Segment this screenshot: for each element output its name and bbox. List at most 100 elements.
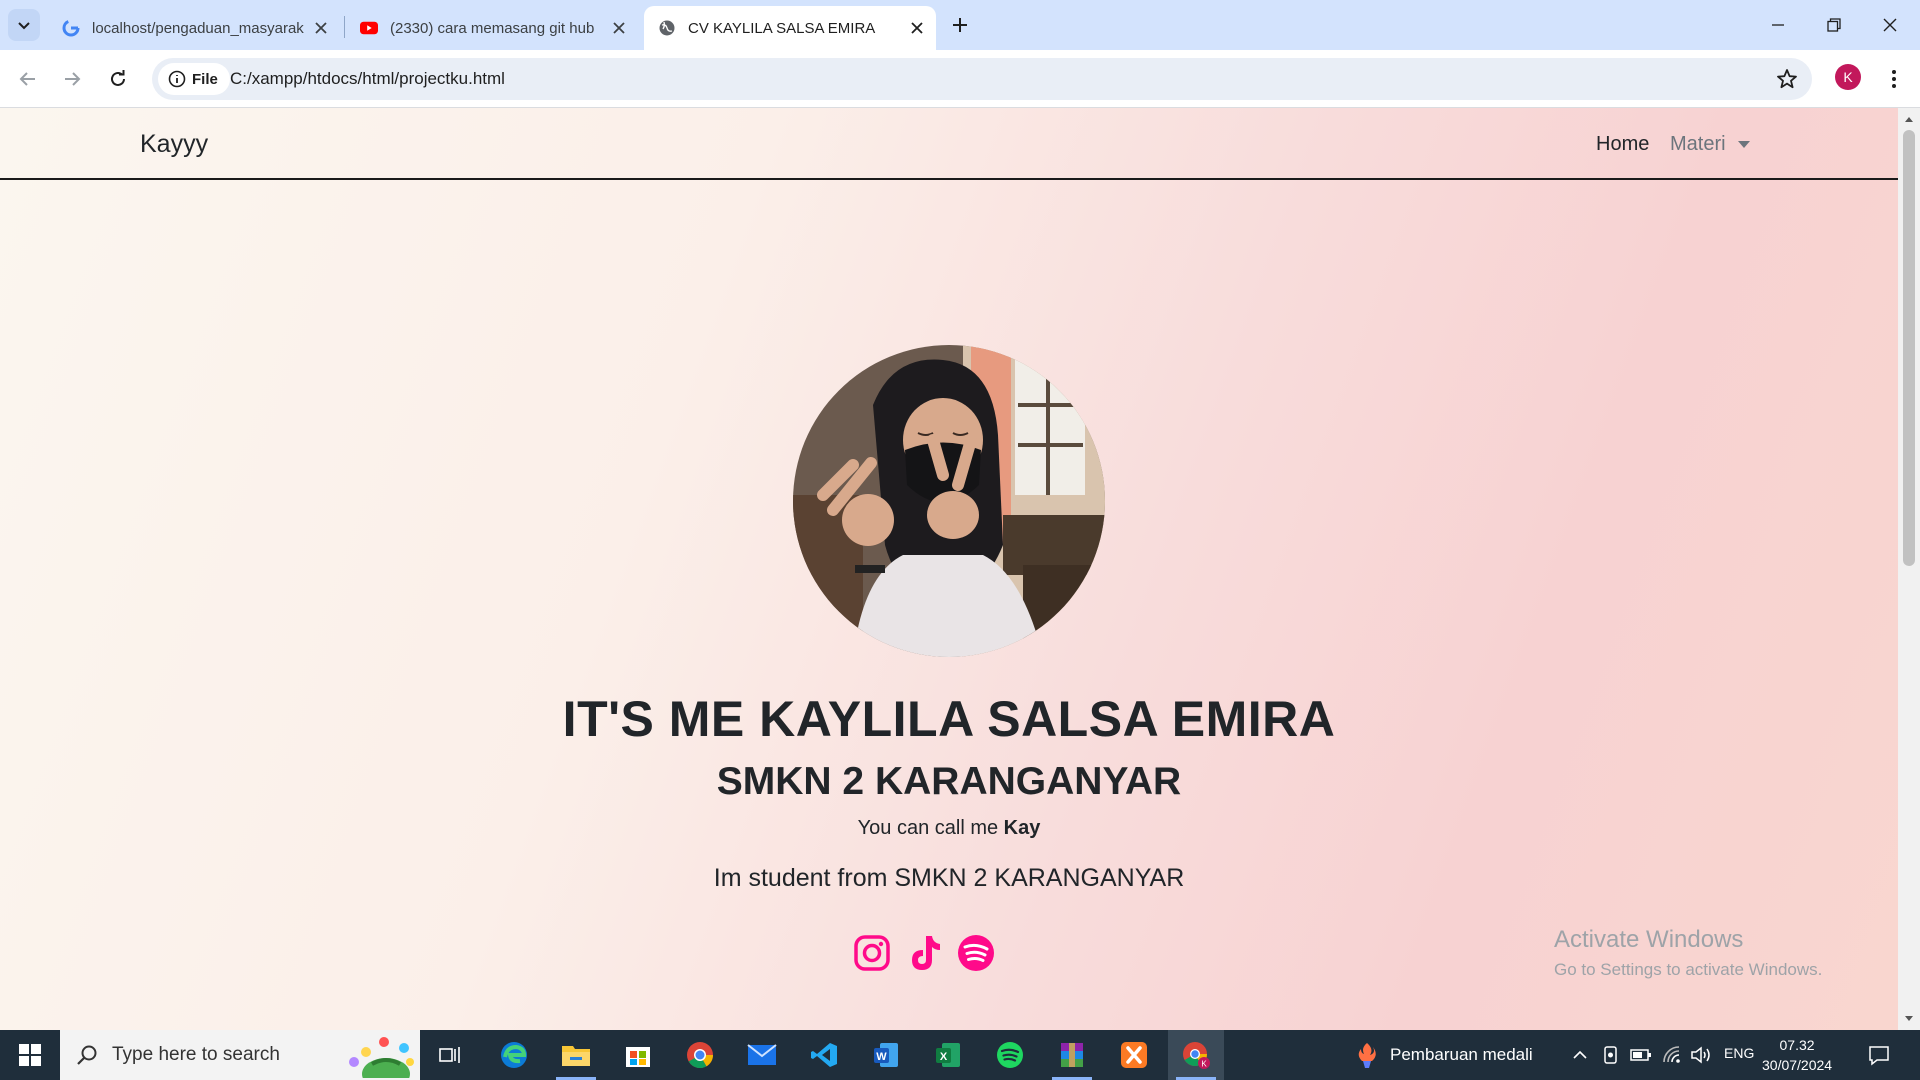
windows-activation-watermark: Activate Windows Go to Settings to activ… xyxy=(1554,926,1822,980)
taskbar-mail[interactable] xyxy=(734,1030,790,1080)
taskbar-winrar[interactable] xyxy=(1044,1030,1100,1080)
input-language[interactable]: ENG xyxy=(1724,1045,1754,1061)
instagram-icon[interactable] xyxy=(852,933,892,973)
minimize-button[interactable] xyxy=(1750,0,1806,50)
chrome-profile-icon: K xyxy=(1183,1042,1210,1069)
arrow-left-icon xyxy=(19,72,35,86)
taskbar-xampp[interactable] xyxy=(1106,1030,1162,1080)
file-explorer-icon xyxy=(562,1046,590,1066)
excel-icon: X xyxy=(936,1043,960,1067)
taskbar-file-explorer[interactable] xyxy=(548,1030,604,1080)
clock-time: 07.32 xyxy=(1779,1037,1815,1053)
site-info-label: File xyxy=(192,70,218,88)
hero-student: Im student from SMKN 2 KARANGANYAR xyxy=(713,864,1185,892)
restore-button[interactable] xyxy=(1806,0,1862,50)
tiktok-icon[interactable] xyxy=(904,933,944,973)
browser-toolbar: File C:/xampp/htdocs/html/projectku.html… xyxy=(0,50,1920,108)
close-icon[interactable] xyxy=(312,19,330,37)
volume-icon[interactable] xyxy=(1690,1045,1712,1065)
forward-button[interactable] xyxy=(56,63,88,95)
google-icon xyxy=(62,19,80,37)
notification-icon[interactable] xyxy=(1868,1044,1890,1066)
store-icon xyxy=(626,1047,650,1067)
windows-logo-icon xyxy=(19,1044,41,1066)
battery-icon[interactable] xyxy=(1630,1047,1652,1063)
site-info-chip[interactable]: File xyxy=(158,63,230,95)
page-scrollbar[interactable] xyxy=(1898,108,1920,1030)
close-icon[interactable] xyxy=(610,19,628,37)
tab-separator xyxy=(344,16,345,38)
profile-photo xyxy=(793,345,1105,657)
bookmark-star-icon[interactable] xyxy=(1776,68,1798,90)
hero-title: IT'S ME KAYLILA SALSA EMIRA xyxy=(562,691,1336,747)
taskbar-word[interactable]: W xyxy=(858,1030,914,1080)
mail-icon xyxy=(747,1044,777,1065)
svg-text:K: K xyxy=(1201,1060,1207,1069)
close-icon xyxy=(1883,18,1897,32)
meet-now-icon[interactable] xyxy=(1602,1045,1620,1065)
arrow-right-icon xyxy=(65,72,81,86)
plus-icon xyxy=(953,18,967,32)
torch-icon xyxy=(1358,1043,1376,1068)
scroll-down-arrow-icon[interactable] xyxy=(1904,1014,1914,1024)
page-viewport: Kayyy Home Materi IT'S ME KAYLILA SALSA … xyxy=(0,108,1898,1030)
watermark-subtitle: Go to Settings to activate Windows. xyxy=(1554,960,1823,979)
taskbar-search-placeholder: Type here to search xyxy=(112,1044,280,1065)
taskbar-spotify[interactable] xyxy=(982,1030,1038,1080)
taskbar-store[interactable] xyxy=(610,1030,666,1080)
chevron-up-icon[interactable] xyxy=(1572,1047,1588,1063)
caret-down-icon xyxy=(1737,141,1750,148)
close-window-button[interactable] xyxy=(1862,0,1918,50)
new-tab-button[interactable] xyxy=(946,11,974,39)
taskbar-excel[interactable]: X xyxy=(920,1030,976,1080)
start-button[interactable] xyxy=(0,1030,60,1080)
browser-tab-bar: localhost/pengaduan_masyarak (2330) cara… xyxy=(0,0,1920,50)
nav-materi-dropdown[interactable]: Materi xyxy=(1670,133,1750,156)
nav-home-link[interactable]: Home xyxy=(1596,133,1649,156)
search-icon xyxy=(77,1045,97,1065)
close-icon[interactable] xyxy=(908,19,926,37)
taskbar-vscode[interactable] xyxy=(796,1030,852,1080)
taskbar-chrome-profile[interactable]: K xyxy=(1168,1030,1224,1080)
xampp-icon xyxy=(1121,1042,1147,1068)
task-view-button[interactable] xyxy=(422,1030,478,1080)
chevron-down-icon xyxy=(18,22,30,30)
scroll-up-arrow-icon[interactable] xyxy=(1904,114,1914,124)
chrome-icon xyxy=(687,1042,714,1069)
taskbar-clock[interactable]: 07.32 30/07/2024 xyxy=(1762,1035,1832,1075)
tab-youtube[interactable]: (2330) cara memasang git hub xyxy=(346,6,638,50)
taskbar-chrome[interactable] xyxy=(672,1030,728,1080)
taskbar-search[interactable]: Type here to search xyxy=(60,1030,420,1080)
url-text[interactable]: C:/xampp/htdocs/html/projectku.html xyxy=(230,69,505,89)
task-view-icon xyxy=(439,1047,460,1063)
taskbar-edge[interactable] xyxy=(486,1030,542,1080)
youtube-icon xyxy=(360,19,378,37)
back-button[interactable] xyxy=(12,63,44,95)
tab-localhost[interactable]: localhost/pengaduan_masyarak xyxy=(48,6,340,50)
address-bar[interactable]: File C:/xampp/htdocs/html/projectku.html xyxy=(152,58,1812,100)
spotify-icon xyxy=(997,1042,1023,1068)
reload-icon xyxy=(111,70,125,86)
tab-cv[interactable]: CV KAYLILA SALSA EMIRA xyxy=(644,6,936,50)
tab-search-button[interactable] xyxy=(8,9,40,41)
scroll-thumb[interactable] xyxy=(1903,130,1915,566)
minimize-icon xyxy=(1772,24,1784,26)
more-vertical-icon xyxy=(1892,70,1896,88)
wifi-icon[interactable] xyxy=(1662,1045,1682,1065)
nav-materi-label: Materi xyxy=(1670,133,1726,155)
windows-taskbar: Type here to search W X K Pembaruan meda… xyxy=(0,1030,1920,1080)
watermark-title: Activate Windows xyxy=(1554,926,1744,953)
hero-nickname: You can call me Kay xyxy=(0,817,1898,840)
news-widget-text: Pembaruan medali xyxy=(1390,1045,1533,1064)
site-brand[interactable]: Kayyy xyxy=(140,130,208,159)
restore-icon xyxy=(1827,18,1841,32)
svg-text:X: X xyxy=(940,1051,948,1063)
news-widget[interactable]: Pembaruan medali xyxy=(1354,1030,1533,1080)
profile-avatar[interactable]: K xyxy=(1835,64,1861,90)
tab-title: CV KAYLILA SALSA EMIRA xyxy=(688,19,876,37)
reload-button[interactable] xyxy=(102,63,134,95)
info-icon xyxy=(168,70,186,88)
spotify-icon[interactable] xyxy=(956,933,996,973)
vscode-icon xyxy=(811,1043,837,1067)
browser-menu-button[interactable] xyxy=(1880,63,1908,95)
